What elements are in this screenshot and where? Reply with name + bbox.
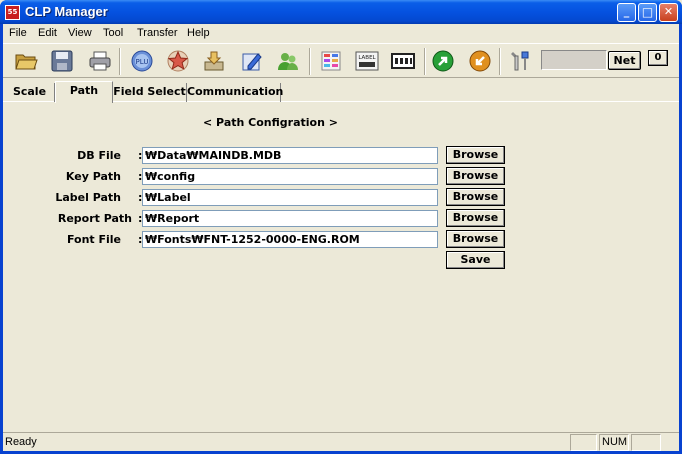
net-button[interactable]: Net bbox=[608, 51, 641, 70]
tab-field-select[interactable]: Field Select bbox=[113, 83, 187, 102]
tab-communication[interactable]: Communication bbox=[187, 83, 283, 102]
report-path-label: Report Path bbox=[57, 212, 132, 225]
form-title: < Path Configration > bbox=[203, 116, 338, 129]
toolbar: PLU LABEL Net 0 bbox=[3, 43, 679, 78]
users-icon[interactable] bbox=[273, 47, 303, 75]
db-file-label: DB File bbox=[77, 149, 121, 162]
menu-help[interactable]: Help bbox=[187, 27, 210, 39]
report-path-field[interactable]: ₩Report bbox=[142, 210, 438, 227]
menu-transfer[interactable]: Transfer bbox=[137, 27, 178, 39]
svg-text:PLU: PLU bbox=[136, 58, 149, 66]
toolbar-separator bbox=[499, 48, 501, 75]
star-icon[interactable] bbox=[163, 47, 193, 75]
green-arrow-icon[interactable] bbox=[428, 47, 458, 75]
open-folder-icon[interactable] bbox=[11, 47, 41, 75]
film-icon[interactable] bbox=[388, 47, 418, 75]
font-file-field[interactable]: ₩Fonts₩FNT-1252-0000-ENG.ROM bbox=[142, 231, 438, 248]
status-bar: Ready NUM bbox=[3, 432, 679, 451]
font-file-browse-button[interactable]: Browse bbox=[446, 230, 505, 248]
tab-path[interactable]: Path bbox=[55, 81, 113, 103]
toolbar-separator bbox=[119, 48, 121, 75]
window-title: CLP Manager bbox=[25, 4, 108, 19]
key-path-label: Key Path bbox=[65, 170, 121, 183]
color-list-icon[interactable] bbox=[316, 47, 346, 75]
label-path-label: Label Path bbox=[55, 191, 121, 204]
label-path-field[interactable]: ₩Label bbox=[142, 189, 438, 206]
report-path-browse-button[interactable]: Browse bbox=[446, 209, 505, 227]
zero-button[interactable]: 0 bbox=[648, 50, 668, 66]
app-window: 55 CLP Manager _ □ ✕ File Edit View Tool… bbox=[0, 0, 682, 454]
tab-scale[interactable]: Scale bbox=[5, 83, 55, 102]
maximize-button[interactable]: □ bbox=[638, 3, 657, 22]
label-path-browse-button[interactable]: Browse bbox=[446, 188, 505, 206]
key-path-field[interactable]: ₩config bbox=[142, 168, 438, 185]
label-icon[interactable]: LABEL bbox=[352, 47, 382, 75]
status-pane-num: NUM bbox=[599, 434, 629, 451]
plu-icon[interactable]: PLU bbox=[127, 47, 157, 75]
menu-bar: File Edit View Tool Transfer Help bbox=[3, 25, 679, 42]
menu-edit[interactable]: Edit bbox=[38, 27, 57, 39]
app-icon: 55 bbox=[5, 5, 20, 20]
tab-strip: Scale Path Field Select Communication bbox=[3, 81, 679, 103]
status-pane-scroll bbox=[631, 434, 661, 451]
edit-icon[interactable] bbox=[237, 47, 267, 75]
status-text: Ready bbox=[5, 436, 37, 448]
key-path-browse-button[interactable]: Browse bbox=[446, 167, 505, 185]
menu-view[interactable]: View bbox=[68, 27, 92, 39]
net-weight-display bbox=[541, 50, 607, 70]
client-area: File Edit View Tool Transfer Help PLU LA… bbox=[3, 24, 679, 451]
minimize-button[interactable]: _ bbox=[617, 3, 636, 22]
toolbar-separator bbox=[424, 48, 426, 75]
save-icon[interactable] bbox=[47, 47, 77, 75]
tools-icon[interactable] bbox=[506, 47, 536, 75]
toolbar-separator bbox=[309, 48, 311, 75]
download-icon[interactable] bbox=[199, 47, 229, 75]
db-file-browse-button[interactable]: Browse bbox=[446, 146, 505, 164]
svg-text:LABEL: LABEL bbox=[358, 55, 376, 61]
menu-tool[interactable]: Tool bbox=[103, 27, 123, 39]
title-bar[interactable]: 55 CLP Manager _ □ ✕ bbox=[0, 0, 682, 24]
orange-arrow-icon[interactable] bbox=[465, 47, 495, 75]
close-button[interactable]: ✕ bbox=[659, 3, 678, 22]
status-pane-caps bbox=[570, 434, 597, 451]
save-button[interactable]: Save bbox=[446, 251, 505, 269]
font-file-label: Font File bbox=[66, 233, 121, 246]
db-file-field[interactable]: ₩Data₩MAINDB.MDB bbox=[142, 147, 438, 164]
menu-file[interactable]: File bbox=[9, 27, 27, 39]
print-icon[interactable] bbox=[85, 47, 115, 75]
